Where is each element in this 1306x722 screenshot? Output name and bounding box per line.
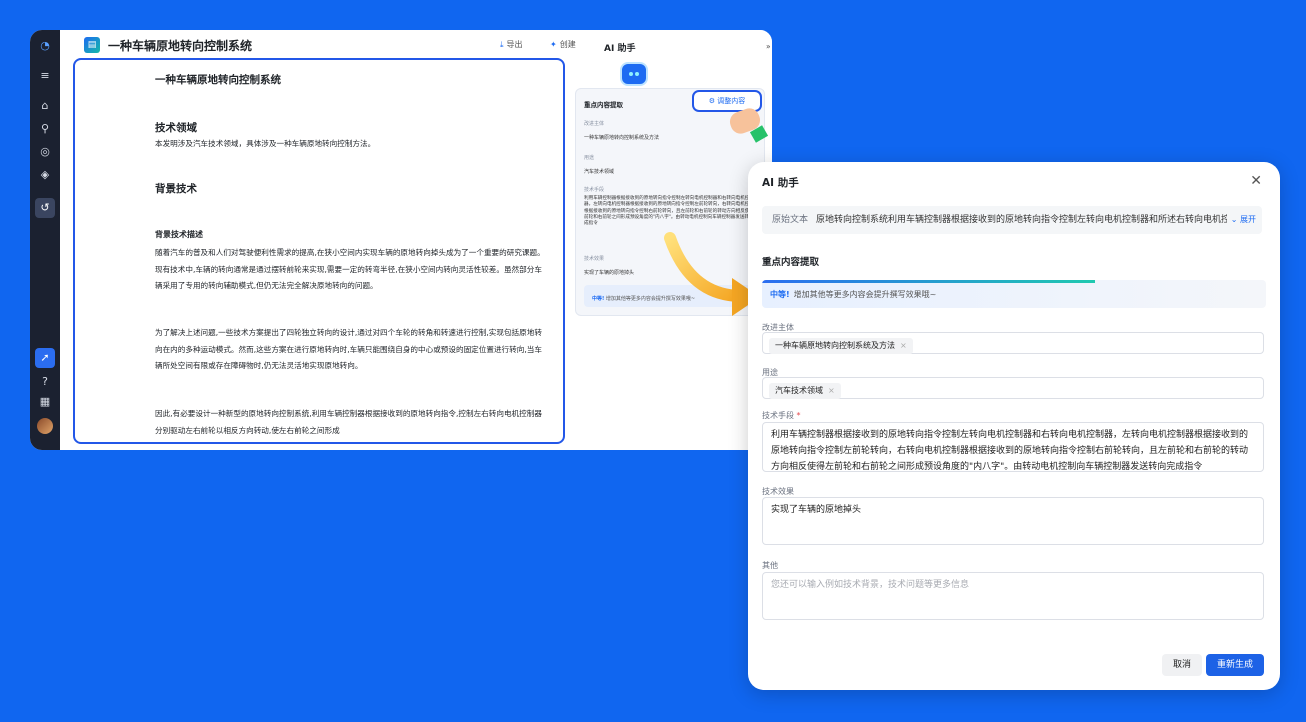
means-text: 利用车辆控制器根据接收到的原地转向指令控制左转向电机控制器和右转向电机控制器，左… bbox=[771, 430, 1249, 472]
effect-textarea[interactable]: 实现了车辆的原地掉头 bbox=[762, 497, 1264, 545]
document-icon: ▤ bbox=[84, 37, 100, 53]
rocket-icon[interactable]: ➚ bbox=[35, 348, 55, 368]
quality-level: 中等! bbox=[770, 290, 790, 299]
card-value-effect: 实现了车辆的原地掉头 bbox=[584, 270, 635, 276]
use-field[interactable]: 汽车技术领域 × bbox=[762, 377, 1264, 399]
left-nav-rail: ◔ ≡ ⌂ ⚲ ◎ ◈ ↺ ➚ ? ▦ bbox=[30, 30, 60, 450]
expand-button[interactable]: ⌄ 展开 bbox=[1226, 206, 1256, 234]
card-label-effect: 技术效果 bbox=[584, 256, 605, 262]
help-icon[interactable]: ? bbox=[35, 372, 55, 392]
section-marker bbox=[73, 180, 75, 202]
means-textarea[interactable]: 利用车辆控制器根据接收到的原地转向指令控制左转向电机控制器和右转向电机控制器，左… bbox=[762, 422, 1264, 472]
double-chevron-right-icon: » bbox=[766, 42, 771, 51]
card-value-use: 汽车技术领域 bbox=[584, 169, 615, 175]
label-means: 技术手段 * bbox=[762, 410, 801, 421]
document-header: ▤ 一种车辆原地转向控制系统 ⤓ 导出 ✦ 创建 bbox=[60, 30, 590, 60]
export-icon: ⤓ bbox=[500, 40, 504, 49]
ai-panel-title: AI 助手 bbox=[604, 44, 636, 54]
search-icon[interactable]: ⚲ bbox=[35, 119, 55, 139]
menu-expand-icon[interactable]: ≡ bbox=[35, 66, 55, 86]
history-icon[interactable]: ↺ bbox=[35, 198, 55, 218]
quality-progress-fill bbox=[762, 280, 1095, 283]
document-header-title: 一种车辆原地转向控制系统 bbox=[108, 38, 253, 53]
quality-text: 增加其他等更多内容会提升撰写效果哦~ bbox=[793, 290, 937, 299]
label-means-text: 技术手段 bbox=[762, 411, 794, 420]
layers-icon[interactable]: ◈ bbox=[35, 165, 55, 185]
effect-text: 实现了车辆的原地掉头 bbox=[771, 505, 862, 515]
logo-icon[interactable]: ◔ bbox=[35, 36, 55, 56]
broadcast-icon[interactable]: ◎ bbox=[35, 142, 55, 162]
original-text-label: 原始文本 bbox=[772, 215, 809, 225]
cancel-button[interactable]: 取消 bbox=[1162, 654, 1202, 676]
tag-remove-icon[interactable]: × bbox=[828, 386, 835, 395]
heading-technical-field: 技术领域 bbox=[155, 122, 197, 134]
paragraph-background-2: 为了解决上述问题,一些技术方案提出了四轮独立转向的设计,通过对四个车轮的转角和转… bbox=[155, 328, 542, 370]
card-quality-level: 中等! bbox=[592, 296, 605, 302]
other-placeholder: 您还可以输入例如技术背景，技术问题等更多信息 bbox=[771, 580, 970, 590]
required-mark: * bbox=[796, 411, 801, 420]
regenerate-button[interactable]: 重新生成 bbox=[1206, 654, 1264, 676]
export-button[interactable]: ⤓ 导出 bbox=[500, 39, 523, 50]
use-tag[interactable]: 汽车技术领域 × bbox=[769, 383, 841, 399]
gear-icon: ⚙ bbox=[708, 97, 716, 105]
grid-apps-icon[interactable]: ▦ bbox=[35, 392, 55, 412]
document-editor[interactable]: 一种车辆原地转向控制系统 技术领域 本发明涉及汽车技术领域，具体涉及一种车辆原地… bbox=[73, 58, 565, 444]
original-text: 原地转向控制系统利用车辆控制器根据接收到的原地转向指令控制左转向电机控制器和所述… bbox=[816, 215, 1249, 225]
paragraph-technical-field: 本发明涉及汽车技术领域，具体涉及一种车辆原地转向控制方法。 bbox=[155, 139, 376, 148]
card-label-subject: 改进主体 bbox=[584, 121, 605, 127]
robot-mascot-icon bbox=[620, 62, 648, 86]
heading-background-description: 背景技术描述 bbox=[155, 230, 203, 239]
create-button[interactable]: ✦ 创建 bbox=[550, 39, 576, 50]
use-tag-text: 汽车技术领域 bbox=[775, 386, 823, 395]
expand-label: 展开 bbox=[1240, 215, 1256, 224]
card-value-subject: 一种车辆原地转向控制系统及方法 bbox=[584, 135, 660, 141]
other-textarea[interactable]: 您还可以输入例如技术背景，技术问题等更多信息 bbox=[762, 572, 1264, 620]
paragraph-background-1: 随着汽车的普及和人们对驾驶便利性需求的提高,在狭小空间内实现车辆的原地转向掉头成… bbox=[155, 248, 545, 290]
fold-button[interactable]: » 折叠 bbox=[766, 41, 772, 52]
subject-tag[interactable]: 一种车辆原地转向控制系统及方法 × bbox=[769, 338, 913, 354]
card-label-means: 技术手段 bbox=[584, 187, 605, 193]
card-label-use: 用途 bbox=[584, 155, 595, 161]
modal-title: AI 助手 bbox=[762, 177, 799, 189]
subject-tag-text: 一种车辆原地转向控制系统及方法 bbox=[775, 341, 895, 350]
document-title: 一种车辆原地转向控制系统 bbox=[155, 74, 281, 86]
paragraph-background-3: 因此,有必要设计一种新型的原地转向控制系统,利用车辆控制器根据接收到的原地转向指… bbox=[155, 409, 542, 435]
label-effect: 技术效果 bbox=[762, 487, 794, 496]
subject-field[interactable]: 一种车辆原地转向控制系统及方法 × bbox=[762, 332, 1264, 354]
chevron-down-icon: ⌄ bbox=[1230, 215, 1238, 224]
heading-background: 背景技术 bbox=[155, 183, 197, 195]
section-title: 重点内容提取 bbox=[762, 257, 820, 268]
quality-progress: 中等! 增加其他等更多内容会提升撰写效果哦~ bbox=[762, 280, 1266, 308]
sparkle-icon: ✦ bbox=[550, 40, 557, 49]
home-icon[interactable]: ⌂ bbox=[35, 96, 55, 116]
original-text-bar: 原始文本 原地转向控制系统利用车辆控制器根据接收到的原地转向指令控制左转向电机控制… bbox=[762, 206, 1262, 234]
tag-remove-icon[interactable]: × bbox=[900, 341, 907, 350]
label-other: 其他 bbox=[762, 561, 778, 570]
avatar[interactable] bbox=[37, 418, 53, 434]
card-title: 重点内容提取 bbox=[584, 101, 623, 109]
adjust-content-label: 调整内容 bbox=[717, 97, 746, 105]
create-label: 创建 bbox=[559, 40, 576, 49]
export-label: 导出 bbox=[506, 40, 523, 49]
ai-assistant-modal: AI 助手 ✕ 原始文本 原地转向控制系统利用车辆控制器根据接收到的原地转向指令控… bbox=[748, 162, 1280, 690]
close-icon[interactable]: ✕ bbox=[1250, 173, 1262, 189]
